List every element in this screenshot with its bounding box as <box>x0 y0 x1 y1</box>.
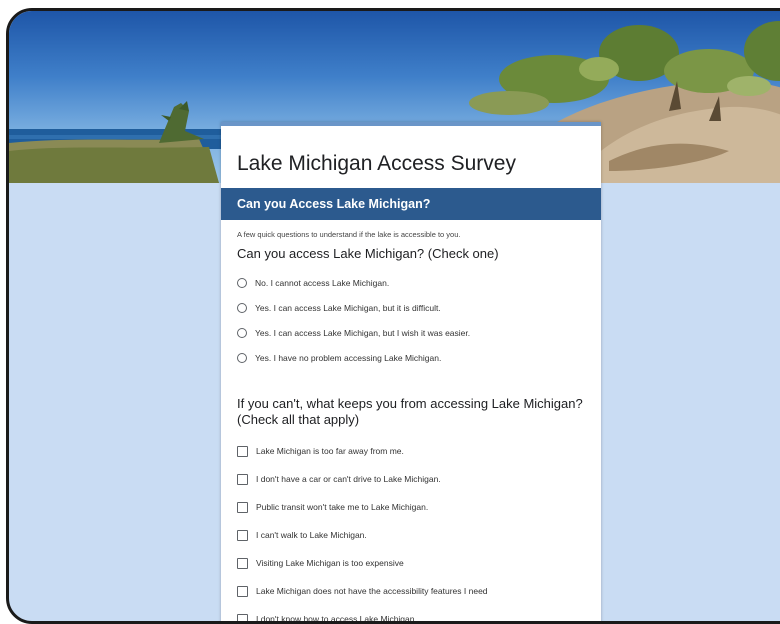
radio-button[interactable] <box>237 278 247 288</box>
checkbox-option[interactable]: I don't have a car or can't drive to Lak… <box>237 472 441 486</box>
card-accent-bar <box>221 122 601 126</box>
checkbox-option[interactable]: I don't know how to access Lake Michigan <box>237 612 415 624</box>
radio-button[interactable] <box>237 303 247 313</box>
checkbox[interactable] <box>237 558 248 569</box>
checkbox[interactable] <box>237 474 248 485</box>
option-label: Lake Michigan does not have the accessib… <box>256 586 488 596</box>
checkbox-option[interactable]: Visiting Lake Michigan is too expensive <box>237 556 404 570</box>
option-label: Public transit won't take me to Lake Mic… <box>256 502 428 512</box>
option-label: I don't know how to access Lake Michigan <box>256 614 415 624</box>
checkbox[interactable] <box>237 502 248 513</box>
checkbox[interactable] <box>237 446 248 457</box>
option-label: Lake Michigan is too far away from me. <box>256 446 404 456</box>
option-label: No. I cannot access Lake Michigan. <box>255 278 389 288</box>
checkbox[interactable] <box>237 530 248 541</box>
radio-option[interactable]: Yes. I can access Lake Michigan, but it … <box>237 301 441 315</box>
option-label: Yes. I have no problem accessing Lake Mi… <box>255 353 441 363</box>
section-header: Can you Access Lake Michigan? <box>221 188 601 220</box>
form-card: Lake Michigan Access Survey Can you Acce… <box>221 122 601 624</box>
checkbox-option[interactable]: I can't walk to Lake Michigan. <box>237 528 367 542</box>
checkbox-option[interactable]: Lake Michigan is too far away from me. <box>237 444 404 458</box>
radio-option[interactable]: Yes. I can access Lake Michigan, but I w… <box>237 326 470 340</box>
checkbox-option[interactable]: Lake Michigan does not have the accessib… <box>237 584 488 598</box>
radio-option[interactable]: Yes. I have no problem accessing Lake Mi… <box>237 351 441 365</box>
form-description: A few quick questions to understand if t… <box>237 230 460 239</box>
radio-button[interactable] <box>237 353 247 363</box>
option-label: Yes. I can access Lake Michigan, but it … <box>255 303 441 313</box>
option-label: Visiting Lake Michigan is too expensive <box>256 558 404 568</box>
section-title: Can you Access Lake Michigan? <box>237 197 430 211</box>
radio-button[interactable] <box>237 328 247 338</box>
radio-option[interactable]: No. I cannot access Lake Michigan. <box>237 276 389 290</box>
option-label: Yes. I can access Lake Michigan, but I w… <box>255 328 470 338</box>
question-title: Can you access Lake Michigan? (Check one… <box>237 246 499 261</box>
option-label: I don't have a car or can't drive to Lak… <box>256 474 441 484</box>
checkbox[interactable] <box>237 586 248 597</box>
question-title: If you can't, what keeps you from access… <box>237 396 592 428</box>
checkbox-option[interactable]: Public transit won't take me to Lake Mic… <box>237 500 428 514</box>
form-title: Lake Michigan Access Survey <box>237 152 516 176</box>
option-label: I can't walk to Lake Michigan. <box>256 530 367 540</box>
device-frame: Lake Michigan Access Survey Can you Acce… <box>6 8 780 624</box>
checkbox[interactable] <box>237 614 248 624</box>
